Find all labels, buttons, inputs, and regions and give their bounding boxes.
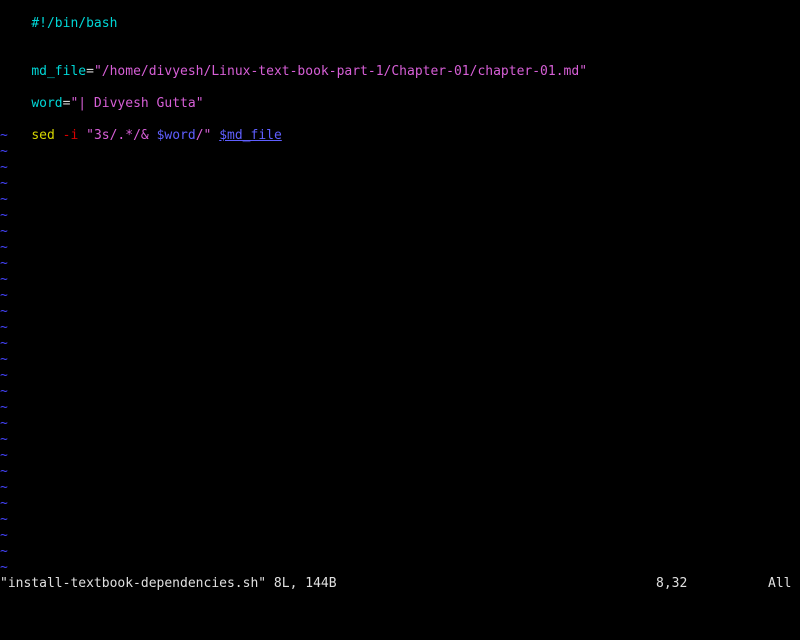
tilde-marker: ~ xyxy=(0,416,8,431)
tilde-marker: ~ xyxy=(0,144,8,159)
tilde-marker: ~ xyxy=(0,320,8,335)
open-quote: " xyxy=(86,128,94,143)
code-line-6: word="| Divyesh Gutta" xyxy=(0,80,203,111)
tilde-marker: ~ xyxy=(0,512,8,527)
shebang-text: #!/bin/bash xyxy=(31,16,118,31)
tilde-marker: ~ xyxy=(0,400,8,415)
scroll-indicator: All xyxy=(768,576,792,591)
tilde-marker: ~ xyxy=(0,272,8,287)
tilde-marker: ~ xyxy=(0,528,8,543)
string-value: /home/divyesh/Linux-text-book-part-1/Cha… xyxy=(101,64,580,79)
vim-status-line: "install-textbook-dependencies.sh" 8L, 1… xyxy=(0,576,800,592)
vim-editor[interactable]: #!/bin/bash md_file="/home/divyesh/Linux… xyxy=(0,0,800,576)
tilde-marker: ~ xyxy=(0,192,8,207)
tilde-marker: ~ xyxy=(0,544,8,559)
tilde-marker: ~ xyxy=(0,480,8,495)
tilde-marker: ~ xyxy=(0,336,8,351)
code-line-4: md_file="/home/divyesh/Linux-text-book-p… xyxy=(0,48,587,79)
tilde-marker: ~ xyxy=(0,208,8,223)
close-quote: " xyxy=(579,64,588,79)
assign-operator: = xyxy=(86,64,94,79)
cursor-position: 8,32 xyxy=(656,576,688,591)
tilde-marker: ~ xyxy=(0,448,8,463)
tilde-marker: ~ xyxy=(0,464,8,479)
tilde-marker: ~ xyxy=(0,256,8,271)
tilde-marker: ~ xyxy=(0,128,8,143)
code-line-1: #!/bin/bash xyxy=(0,0,117,31)
tilde-marker: ~ xyxy=(0,240,8,255)
tilde-marker: ~ xyxy=(0,384,8,399)
open-quote: " xyxy=(93,64,102,79)
string-value: | Divyesh Gutta xyxy=(78,96,196,111)
code-line-8: sed -i "3s/.*/& $word/" $md_file xyxy=(0,112,282,143)
tilde-marker: ~ xyxy=(0,432,8,447)
tilde-marker: ~ xyxy=(0,352,8,367)
text-cursor[interactable]: e xyxy=(274,128,282,143)
command-flag: -i xyxy=(62,128,79,143)
close-quote: " xyxy=(203,128,212,143)
tilde-marker: ~ xyxy=(0,304,8,319)
var-name: word xyxy=(31,96,63,111)
sed-slash: / xyxy=(195,128,204,143)
sed-expression: 3s/.*/& xyxy=(93,128,157,143)
var-name: md_file xyxy=(31,64,87,79)
close-quote: " xyxy=(195,96,204,111)
variable-ref: $word xyxy=(156,128,196,143)
tilde-marker: ~ xyxy=(0,368,8,383)
command-name: sed xyxy=(31,128,55,143)
tilde-marker: ~ xyxy=(0,496,8,511)
empty-line-markers: ~ ~ ~ ~ ~ ~ ~ ~ ~ ~ ~ ~ ~ ~ ~ ~ ~ ~ ~ ~ ~ ~ ~ ~ ~ ~ ~ ~ xyxy=(0,128,16,576)
variable-ref: $md_fil xyxy=(219,128,274,143)
tilde-marker: ~ xyxy=(0,176,8,191)
tilde-marker: ~ xyxy=(0,560,8,575)
tilde-marker: ~ xyxy=(0,224,8,239)
tilde-marker: ~ xyxy=(0,288,8,303)
file-info: "install-textbook-dependencies.sh" 8L, 1… xyxy=(0,576,337,591)
tilde-marker: ~ xyxy=(0,160,8,175)
